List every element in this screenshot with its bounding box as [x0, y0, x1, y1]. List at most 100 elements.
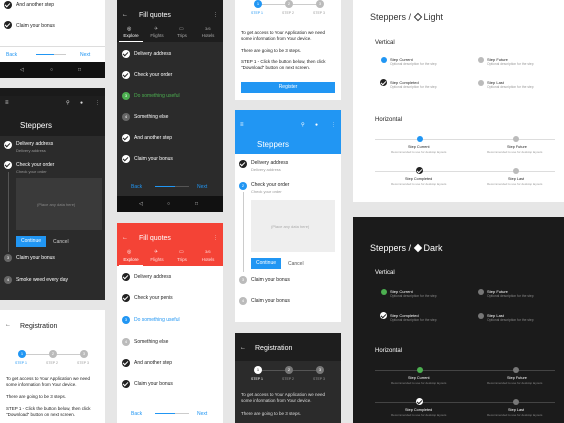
screen-registration-dark: ← Registration 1 2 3 STEP 1 STEP 2 STEP …: [235, 333, 341, 423]
back-button[interactable]: Back: [131, 411, 142, 417]
more-icon[interactable]: ⋮: [213, 12, 218, 18]
step-number-icon: 1: [254, 366, 262, 374]
continue-button[interactable]: Continue: [251, 258, 281, 269]
step-current-icon: 3: [122, 92, 130, 100]
step-label: Do something useful: [134, 317, 180, 323]
screen-steppers-dark: ≡ ⚲ ● ⋮ Steppers Delivery address Delive…: [0, 88, 105, 300]
step-complete-icon: [380, 79, 387, 86]
progress-fill: [155, 413, 175, 414]
step-title: Check your order: [16, 162, 55, 168]
explore-icon: ◎: [127, 26, 132, 32]
next-button[interactable]: Next: [197, 184, 207, 190]
step-number-icon: 2: [285, 366, 293, 374]
tab-hotels[interactable]: Hotels: [196, 257, 220, 262]
bell-icon[interactable]: ●: [80, 100, 83, 106]
step-desc: Optional description for the step: [390, 294, 437, 298]
step-label: And another step: [134, 360, 173, 366]
body-text: To get access to Your Application we nee…: [241, 392, 326, 403]
step-number-icon: 1: [254, 0, 262, 8]
step-last-icon: [478, 313, 484, 319]
tab-indicator: [119, 265, 143, 266]
back-button[interactable]: Back: [131, 184, 142, 190]
cancel-button[interactable]: Cancel: [288, 261, 304, 267]
spec-title: Steppers / Dark: [370, 243, 443, 253]
step-subtitle: Delivery address: [16, 148, 46, 153]
tab-flights[interactable]: Flights: [145, 257, 169, 262]
register-button[interactable]: Register: [241, 82, 335, 93]
back-arrow-icon[interactable]: ←: [240, 345, 246, 351]
step-future-icon: [478, 57, 484, 63]
step-label: Check your order: [134, 72, 173, 78]
android-nav-bar: ◁ ○ □: [117, 196, 223, 212]
back-nav-icon[interactable]: ◁: [139, 201, 143, 207]
step-label: STEP 1: [251, 11, 263, 15]
step-title: Step Future: [507, 145, 527, 149]
continue-button[interactable]: Continue: [16, 236, 46, 247]
stepper-track: [375, 171, 555, 172]
back-arrow-icon[interactable]: ←: [122, 12, 128, 18]
next-button[interactable]: Next: [197, 411, 207, 417]
step-title: Step Completed: [405, 177, 433, 181]
tab-flights[interactable]: Flights: [145, 33, 169, 38]
spec-steppers-light: Steppers / Light Vertical Step Current O…: [353, 0, 564, 202]
step-label: STEP 3: [313, 11, 325, 15]
step-label: Claim your bonus: [134, 156, 173, 162]
home-nav-icon[interactable]: ○: [167, 201, 170, 207]
bell-icon[interactable]: ●: [315, 122, 318, 128]
more-icon[interactable]: ⋮: [213, 235, 218, 241]
tab-trips[interactable]: Trips: [170, 33, 194, 38]
back-button[interactable]: Back: [6, 52, 17, 58]
back-arrow-icon[interactable]: ←: [5, 322, 11, 328]
progress-fill: [155, 186, 175, 187]
step-label: Claim your bonus: [16, 23, 55, 29]
trips-icon: ▭: [179, 249, 184, 255]
search-icon[interactable]: ⚲: [301, 122, 305, 128]
tab-trips[interactable]: Trips: [170, 257, 194, 262]
step-number-icon: 2: [49, 350, 57, 358]
step-desc: Recommended to use for desktop layouts: [391, 182, 447, 186]
divider: [0, 46, 105, 47]
step-complete-icon: [122, 380, 130, 388]
step-title: Step Current: [408, 145, 430, 149]
recents-nav-icon[interactable]: □: [195, 201, 198, 207]
progress-fill: [36, 54, 54, 55]
step-number-icon: 3: [239, 276, 247, 284]
android-nav-bar: ◁ ○ □: [0, 62, 105, 78]
stepper-track: [375, 370, 555, 371]
back-arrow-icon[interactable]: ←: [122, 235, 128, 241]
search-icon[interactable]: ⚲: [66, 100, 70, 106]
flights-icon: ✈: [154, 26, 159, 32]
recents-nav-icon[interactable]: □: [78, 67, 81, 73]
screen-registration-top: 1 2 3 STEP 1 STEP 2 STEP 3 To get access…: [235, 0, 341, 100]
step-last-icon: [513, 168, 519, 174]
step-complete-icon: [4, 161, 12, 169]
menu-icon[interactable]: ≡: [5, 100, 9, 106]
tab-hotels[interactable]: Hotels: [196, 33, 220, 38]
tab-explore[interactable]: Explore: [119, 257, 143, 262]
screen-stepper-bottom: And another step Claim your bonus Back N…: [0, 0, 105, 78]
step-title: Step Completed: [405, 408, 433, 412]
step-title: Step Current: [408, 376, 430, 380]
spec-title-suffix: Dark: [423, 243, 443, 253]
more-icon[interactable]: ⋮: [95, 100, 100, 106]
menu-icon[interactable]: ≡: [240, 122, 244, 128]
step-complete-icon: [239, 160, 247, 168]
screen-steppers-blue: ≡ ⚲ ● ⋮ Steppers Delivery address Delive…: [235, 110, 341, 322]
tab-explore[interactable]: Explore: [119, 33, 143, 38]
step-label: STEP 2: [282, 11, 294, 15]
step-current-icon: [381, 289, 387, 295]
diamond-icon: [413, 243, 422, 253]
step-label: Something else: [134, 114, 169, 120]
home-nav-icon[interactable]: ○: [50, 67, 53, 73]
step-complete-icon: [122, 359, 130, 367]
step-desc: Recommended to use for desktop layouts: [391, 150, 447, 154]
step-desc: Optional description for the step: [390, 318, 437, 322]
spec-title-text: Steppers /: [370, 12, 414, 22]
step-desc: Recommended to use for desktop layouts: [391, 413, 447, 417]
tab-badge: 3/6: [205, 249, 211, 254]
next-button[interactable]: Next: [80, 52, 90, 58]
back-nav-icon[interactable]: ◁: [20, 67, 24, 73]
cancel-button[interactable]: Cancel: [53, 239, 69, 245]
step-title: Claim your bonus: [251, 298, 290, 304]
more-icon[interactable]: ⋮: [331, 122, 336, 128]
